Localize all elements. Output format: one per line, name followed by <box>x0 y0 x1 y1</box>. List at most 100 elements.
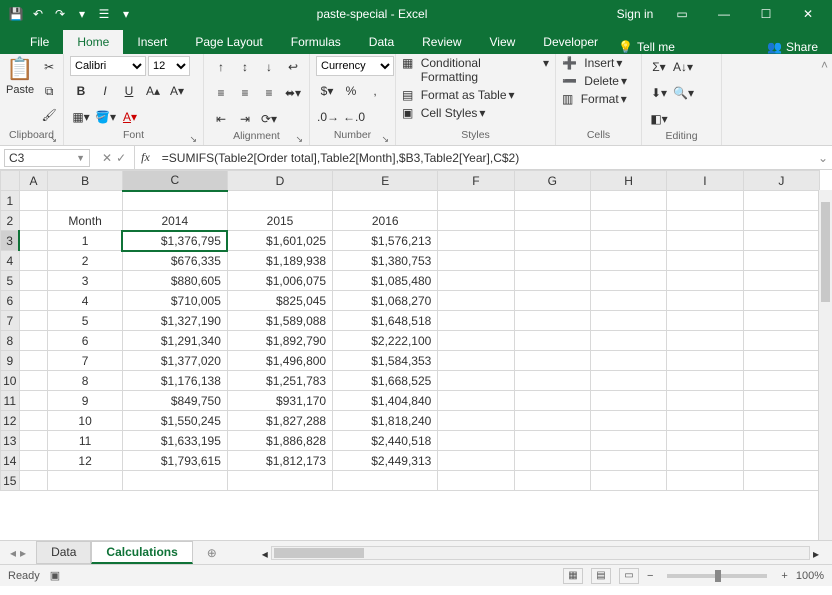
cell[interactable]: $1,404,840 <box>333 391 438 411</box>
cut-icon[interactable]: ✂ <box>38 56 60 78</box>
cell[interactable]: 8 <box>48 371 122 391</box>
cell[interactable] <box>48 191 122 211</box>
cell[interactable] <box>514 431 590 451</box>
cell[interactable] <box>514 231 590 251</box>
column-header-G[interactable]: G <box>514 171 590 191</box>
cell[interactable] <box>514 451 590 471</box>
horizontal-scrollbar[interactable]: ◂▸ <box>271 546 810 560</box>
cell[interactable] <box>667 431 743 451</box>
cell[interactable] <box>19 411 48 431</box>
tab-page-layout[interactable]: Page Layout <box>181 30 276 54</box>
delete-cells-icon[interactable]: ➖ <box>562 74 577 88</box>
cell[interactable] <box>19 431 48 451</box>
cell[interactable] <box>438 451 514 471</box>
conditional-formatting-button[interactable]: Conditional Formatting <box>421 56 541 84</box>
cell[interactable]: $2,449,313 <box>333 451 438 471</box>
cell[interactable]: 5 <box>48 311 122 331</box>
cell-styles-icon[interactable]: ▣ <box>402 106 413 120</box>
row-header-9[interactable]: 9 <box>1 351 20 371</box>
page-break-view-icon[interactable]: ▭ <box>619 568 639 584</box>
cell[interactable] <box>590 331 666 351</box>
cell[interactable]: $1,886,828 <box>227 431 332 451</box>
cell[interactable]: $2,222,100 <box>333 331 438 351</box>
align-right-icon[interactable]: ≡ <box>258 82 280 104</box>
format-cells-icon[interactable]: ▥ <box>562 92 573 106</box>
increase-decimal-icon[interactable]: .0→ <box>316 106 340 128</box>
cell[interactable] <box>19 271 48 291</box>
cell[interactable]: $2,440,518 <box>333 431 438 451</box>
align-middle-icon[interactable]: ↕ <box>234 56 256 78</box>
redo-icon[interactable]: ↷ <box>52 6 68 22</box>
increase-indent-icon[interactable]: ⇥ <box>234 108 256 130</box>
cell[interactable] <box>19 211 48 231</box>
cell[interactable] <box>590 431 666 451</box>
cell[interactable] <box>438 371 514 391</box>
undo-icon[interactable]: ↶ <box>30 6 46 22</box>
cell[interactable] <box>743 371 819 391</box>
borders-icon[interactable]: ▦▾ <box>70 106 92 128</box>
cell[interactable] <box>743 251 819 271</box>
fill-icon[interactable]: ⬇▾ <box>648 82 670 104</box>
cell[interactable]: $1,589,088 <box>227 311 332 331</box>
cell[interactable] <box>590 231 666 251</box>
column-header-J[interactable]: J <box>743 171 819 191</box>
cell[interactable] <box>667 351 743 371</box>
align-left-icon[interactable]: ≡ <box>210 82 232 104</box>
fx-icon[interactable]: fx <box>135 150 156 165</box>
cell[interactable]: 3 <box>48 271 122 291</box>
cell[interactable] <box>438 471 514 491</box>
cell[interactable]: $1,812,173 <box>227 451 332 471</box>
cell[interactable] <box>667 311 743 331</box>
cell[interactable] <box>514 391 590 411</box>
column-header-F[interactable]: F <box>438 171 514 191</box>
zoom-level[interactable]: 100% <box>796 570 824 582</box>
cell[interactable] <box>667 391 743 411</box>
cell[interactable] <box>743 311 819 331</box>
percent-format-icon[interactable]: % <box>340 80 362 102</box>
zoom-out-icon[interactable]: − <box>647 570 653 582</box>
cell[interactable] <box>19 251 48 271</box>
tab-insert[interactable]: Insert <box>123 30 181 54</box>
cell[interactable] <box>590 371 666 391</box>
tab-review[interactable]: Review <box>408 30 475 54</box>
cell[interactable]: $1,189,938 <box>227 251 332 271</box>
number-launcher-icon[interactable]: ↘ <box>381 134 389 145</box>
cell[interactable] <box>438 411 514 431</box>
grow-font-icon[interactable]: A▴ <box>142 80 164 102</box>
format-as-table-icon[interactable]: ▤ <box>402 88 413 102</box>
vertical-scrollbar[interactable] <box>818 190 832 540</box>
cell[interactable]: $1,550,245 <box>122 411 227 431</box>
cell[interactable] <box>438 231 514 251</box>
cell[interactable] <box>590 411 666 431</box>
maximize-icon[interactable]: ☐ <box>746 2 786 26</box>
alignment-launcher-icon[interactable]: ↘ <box>295 134 303 145</box>
cell[interactable]: $1,793,615 <box>122 451 227 471</box>
cell[interactable]: $1,818,240 <box>333 411 438 431</box>
cell[interactable]: $849,750 <box>122 391 227 411</box>
accounting-format-icon[interactable]: $▾ <box>316 80 338 102</box>
cell[interactable] <box>514 251 590 271</box>
minimize-icon[interactable]: — <box>704 2 744 26</box>
cell[interactable] <box>590 351 666 371</box>
comma-format-icon[interactable]: , <box>364 80 386 102</box>
cell[interactable] <box>590 391 666 411</box>
cell[interactable] <box>19 231 48 251</box>
cell[interactable] <box>438 191 514 211</box>
cell[interactable] <box>514 211 590 231</box>
cell[interactable] <box>438 431 514 451</box>
cell[interactable] <box>514 471 590 491</box>
cell[interactable] <box>590 451 666 471</box>
cell[interactable] <box>590 251 666 271</box>
cell[interactable]: 2 <box>48 251 122 271</box>
row-header-8[interactable]: 8 <box>1 331 20 351</box>
cell[interactable] <box>743 331 819 351</box>
orientation-icon[interactable]: ⟳▾ <box>258 108 280 130</box>
row-header-2[interactable]: 2 <box>1 211 20 231</box>
cell[interactable] <box>667 291 743 311</box>
cell[interactable] <box>743 431 819 451</box>
cell[interactable] <box>438 251 514 271</box>
row-header-3[interactable]: 3 <box>1 231 20 251</box>
normal-view-icon[interactable]: ▦ <box>563 568 583 584</box>
fill-color-icon[interactable]: 🪣▾ <box>94 106 117 128</box>
cell[interactable] <box>590 271 666 291</box>
